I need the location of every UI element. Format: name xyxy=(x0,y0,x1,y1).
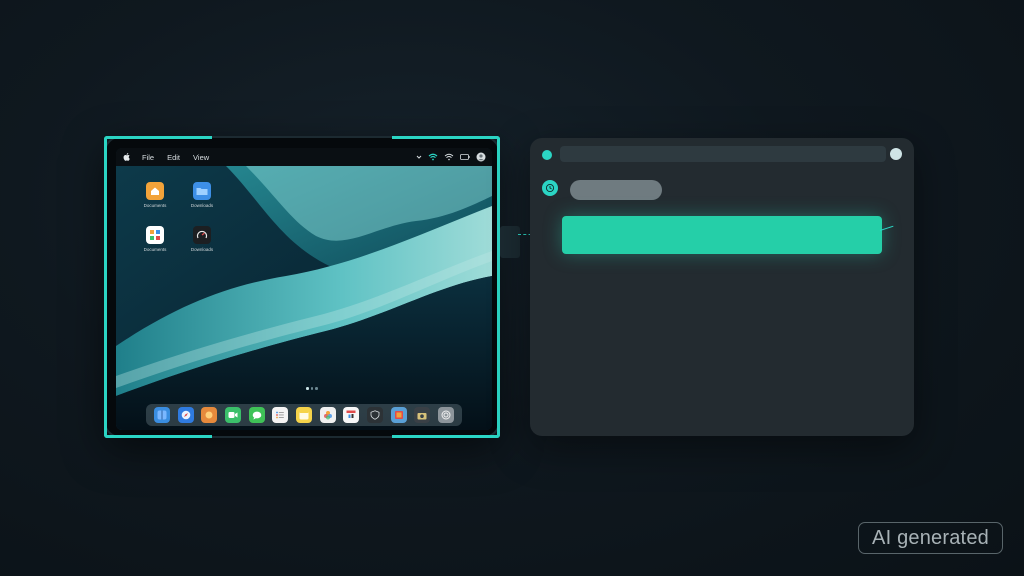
finder-icon[interactable] xyxy=(153,407,170,423)
wifi-alt-icon[interactable] xyxy=(444,153,454,161)
desktop-icon-label: Downloads xyxy=(190,247,214,252)
page-dot[interactable] xyxy=(315,387,318,390)
reminders-icon[interactable] xyxy=(272,407,289,423)
tablet-device: File Edit View Documents Downloads Docum… xyxy=(104,136,500,438)
desktop-icon-label: Downloads xyxy=(190,203,214,208)
photos-icon[interactable] xyxy=(319,407,336,423)
messages-icon[interactable] xyxy=(248,407,265,423)
folder-icon xyxy=(193,182,211,200)
control-panel xyxy=(530,138,914,436)
desktop-icon-documents[interactable]: Documents xyxy=(140,182,170,208)
placeholder-pill[interactable] xyxy=(570,180,662,200)
avatar[interactable] xyxy=(890,148,902,160)
desktop-wallpaper xyxy=(116,166,492,430)
home-icon xyxy=(146,182,164,200)
connector-block xyxy=(500,226,520,258)
security-icon[interactable] xyxy=(367,407,384,423)
preview-icon[interactable] xyxy=(390,407,407,423)
facetime-icon[interactable] xyxy=(224,407,241,423)
page-dot[interactable] xyxy=(306,387,309,390)
wifi-icon[interactable] xyxy=(428,153,438,161)
menu-file[interactable]: File xyxy=(142,153,154,162)
status-area xyxy=(416,152,486,162)
clock-icon[interactable] xyxy=(542,180,558,196)
menu-view[interactable]: View xyxy=(193,153,209,162)
address-bar[interactable] xyxy=(560,146,886,162)
calendar-icon[interactable] xyxy=(343,407,360,423)
user-avatar-icon[interactable] xyxy=(476,152,486,162)
page-dot[interactable] xyxy=(310,387,313,390)
highlighted-action-bar[interactable] xyxy=(562,216,882,254)
tablet-screen: File Edit View Documents Downloads Docum… xyxy=(116,148,492,430)
dock xyxy=(146,404,462,426)
grid-apps-icon xyxy=(146,226,164,244)
dial-icon xyxy=(193,226,211,244)
settings-icon[interactable] xyxy=(438,407,455,423)
apple-icon[interactable] xyxy=(122,152,132,162)
status-dot-icon xyxy=(542,150,552,160)
desktop-icon-documents-2[interactable]: Documents xyxy=(140,226,170,252)
battery-icon[interactable] xyxy=(460,153,470,161)
menu-bar: File Edit View xyxy=(116,148,492,166)
notes-icon[interactable] xyxy=(295,407,312,423)
desktop-icon-label: Documents xyxy=(143,247,167,252)
desktop-icon-label: Documents xyxy=(143,203,167,208)
page-indicator xyxy=(306,387,318,390)
ai-generated-badge: AI generated xyxy=(858,522,1003,554)
safari-icon[interactable] xyxy=(177,407,194,423)
desktop-icon-downloads-2[interactable]: Downloads xyxy=(187,226,217,252)
camera-icon[interactable] xyxy=(414,407,431,423)
desktop-icon-downloads[interactable]: Downloads xyxy=(187,182,217,208)
menu-edit[interactable]: Edit xyxy=(167,153,180,162)
photos-app-icon[interactable] xyxy=(201,407,218,423)
chevron-down-icon[interactable] xyxy=(416,154,422,160)
